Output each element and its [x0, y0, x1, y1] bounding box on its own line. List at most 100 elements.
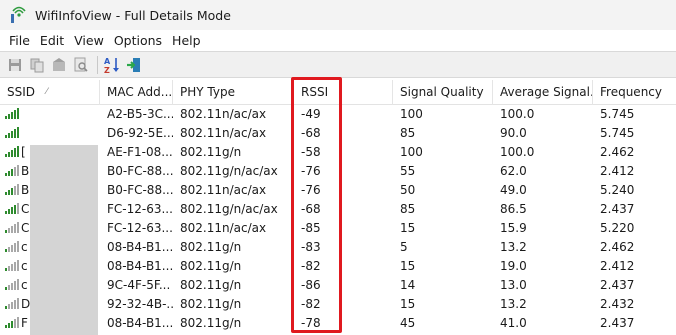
- menu-view[interactable]: View: [69, 30, 109, 51]
- table-row[interactable]: D6-92-5E... 802.11n/ac/ax -68 85 90.0 5.745: [0, 124, 676, 143]
- ssid-text: F: [21, 316, 28, 330]
- cell-freq: 2.437: [600, 202, 635, 216]
- cell-phy: 802.11n/ac/ax: [180, 126, 267, 140]
- cell-quality: 15: [400, 297, 416, 311]
- cell-freq: 5.745: [600, 107, 635, 121]
- cell-mac: AE-F1-08...: [107, 145, 173, 159]
- table-row[interactable]: c 08-B4-B1... 802.11g/n -82 15 19.0 2.412: [0, 257, 676, 276]
- cell-mac: B0-FC-88...: [107, 164, 173, 178]
- column-header-rssi[interactable]: RSSI: [294, 80, 393, 105]
- column-header-mac[interactable]: MAC Add...: [100, 80, 173, 105]
- wifi-app-icon: [9, 5, 29, 25]
- cell-avg: 13.2: [500, 297, 527, 311]
- column-header-average-signal[interactable]: Average Signal...: [493, 80, 593, 105]
- cell-rssi: -68: [301, 202, 321, 216]
- table-row[interactable]: F 08-B4-B1... 802.11g/n -78 45 41.0 2.437: [0, 314, 676, 333]
- cell-mac: A2-B5-3C...: [107, 107, 173, 121]
- cell-freq: 5.220: [600, 221, 635, 235]
- cell-ssid: [0, 105, 100, 124]
- menu-help[interactable]: Help: [167, 30, 206, 51]
- cell-phy: 802.11g/n/ac/ax: [180, 202, 278, 216]
- signal-strength-icon: [5, 240, 19, 252]
- signal-strength-icon: [5, 183, 19, 195]
- cell-mac: 08-B4-B1...: [107, 259, 173, 273]
- table-row[interactable]: [AE-F1-08... 802.11g/n -58 100 100.0 2.462: [0, 143, 676, 162]
- table-row[interactable]: D 92-32-4B-... 802.11g/n -82 15 13.2 2.432: [0, 295, 676, 314]
- cell-quality: 14: [400, 278, 416, 292]
- cell-phy: 802.11g/n: [180, 297, 242, 311]
- table-row[interactable]: B B0-FC-88... 802.11g/n/ac/ax -76 55 62.0 2.41…: [0, 162, 676, 181]
- cell-phy: 802.11n/ac/ax: [180, 221, 267, 235]
- signal-strength-icon: [5, 297, 19, 309]
- column-header-ssid[interactable]: SSID ⁄: [0, 80, 100, 105]
- cell-phy: 802.11g/n: [180, 259, 242, 273]
- menu-bar: File Edit View Options Help: [0, 30, 676, 51]
- cell-rssi: -83: [301, 240, 321, 254]
- table-row[interactable]: B B0-FC-88... 802.11n/ac/ax -76 50 49.0 5.240: [0, 181, 676, 200]
- cell-mac: 08-B4-B1...: [107, 316, 173, 330]
- cell-rssi: -82: [301, 259, 321, 273]
- ssid-text: c: [21, 278, 28, 292]
- title-bar: WifiInfoView - Full Details Mode: [0, 0, 676, 30]
- cell-rssi: -68: [301, 126, 321, 140]
- column-header-phy[interactable]: PHY Type: [173, 80, 294, 105]
- cell-freq: 2.432: [600, 297, 635, 311]
- cell-mac: B0-FC-88...: [107, 183, 173, 197]
- signal-strength-icon: [5, 164, 19, 176]
- signal-strength-icon: [5, 145, 19, 157]
- menu-edit[interactable]: Edit: [35, 30, 69, 51]
- cell-rssi: -82: [301, 297, 321, 311]
- cell-phy: 802.11g/n: [180, 278, 242, 292]
- cell-mac: FC-12-63...: [107, 221, 173, 235]
- sort-ascending-icon: ⁄: [46, 87, 48, 97]
- column-header-row: SSID ⁄ MAC Add... PHY Type RSSI Signal Q…: [0, 80, 676, 105]
- table-row[interactable]: c 9C-4F-5F... 802.11g/n -86 14 13.0 2.437: [0, 276, 676, 295]
- cell-quality: 85: [400, 126, 416, 140]
- cell-quality: 45: [400, 316, 416, 330]
- ssid-text: D: [21, 297, 31, 311]
- cell-avg: 62.0: [500, 164, 527, 178]
- save-icon[interactable]: [5, 55, 25, 75]
- table-row[interactable]: A2-B5-3C... 802.11n/ac/ax -49 100 100.0 5.745: [0, 105, 676, 124]
- signal-strength-icon: [5, 316, 19, 328]
- cell-freq: 2.462: [600, 240, 635, 254]
- cell-rssi: -86: [301, 278, 321, 292]
- exit-icon[interactable]: [124, 55, 144, 75]
- menu-file[interactable]: File: [4, 30, 35, 51]
- column-header-signal-quality[interactable]: Signal Quality: [393, 80, 493, 105]
- column-header-frequency[interactable]: Frequency: [593, 80, 676, 105]
- cell-quality: 100: [400, 107, 423, 121]
- cell-rssi: -76: [301, 183, 321, 197]
- cell-phy: 802.11g/n: [180, 240, 242, 254]
- cell-quality: 15: [400, 221, 416, 235]
- table-row[interactable]: C FC-12-63... 802.11n/ac/ax -85 15 15.9 5.220: [0, 219, 676, 238]
- sort-icon[interactable]: A Z: [102, 55, 122, 75]
- signal-strength-icon: [5, 126, 19, 138]
- cell-phy: 802.11g/n: [180, 316, 242, 330]
- menu-options[interactable]: Options: [109, 30, 167, 51]
- cell-mac: 92-32-4B-...: [107, 297, 173, 311]
- copy-icon[interactable]: [27, 55, 47, 75]
- cell-mac: D6-92-5E...: [107, 126, 173, 140]
- cell-freq: 2.437: [600, 316, 635, 330]
- cell-avg: 49.0: [500, 183, 527, 197]
- cell-freq: 2.412: [600, 259, 635, 273]
- cell-avg: 41.0: [500, 316, 527, 330]
- find-icon[interactable]: [71, 55, 91, 75]
- toolbar-separator: [97, 55, 98, 74]
- svg-text:Z: Z: [104, 66, 110, 75]
- cell-quality: 15: [400, 259, 416, 273]
- toolbar: A Z: [0, 51, 676, 78]
- table-row[interactable]: C FC-12-63... 802.11g/n/ac/ax -68 85 86.5 2.43…: [0, 200, 676, 219]
- cell-ssid: [0, 124, 100, 143]
- cell-quality: 50: [400, 183, 416, 197]
- redacted-ssid-area: [30, 145, 98, 335]
- table-row[interactable]: c 08-B4-B1... 802.11g/n -83 5 13.2 2.462: [0, 238, 676, 257]
- ssid-text: c: [21, 259, 28, 273]
- cell-phy: 802.11g/n/ac/ax: [180, 164, 278, 178]
- cell-mac: 08-B4-B1...: [107, 240, 173, 254]
- cell-freq: 5.240: [600, 183, 635, 197]
- properties-icon[interactable]: [49, 55, 69, 75]
- cell-rssi: -49: [301, 107, 321, 121]
- ssid-text: c: [21, 240, 28, 254]
